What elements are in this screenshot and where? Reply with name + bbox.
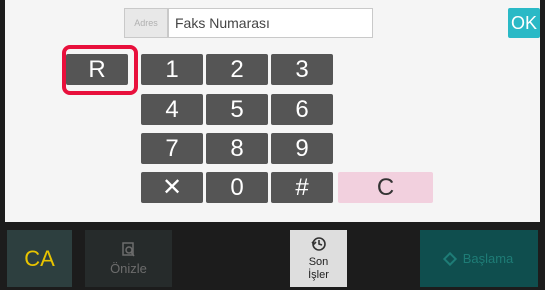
key-hash-label: # — [295, 173, 309, 201]
start-icon — [442, 251, 457, 266]
ok-button-label: OK — [510, 12, 537, 33]
clear-button[interactable]: C — [338, 172, 433, 203]
bottom-bar: CA Önizle Son İşler Başlama — [0, 222, 545, 290]
recent-jobs-label-line1: Son — [308, 255, 329, 268]
fax-number-placeholder: Faks Numarası — [175, 15, 270, 31]
key-star-label: ✕ — [161, 174, 183, 201]
r-key-highlight — [62, 45, 138, 95]
key-7-label: 7 — [165, 134, 179, 162]
key-1[interactable]: 1 — [141, 54, 203, 85]
preview-icon — [121, 241, 136, 261]
preview-button-label: Önizle — [110, 260, 147, 276]
key-0-label: 0 — [230, 173, 244, 201]
key-star[interactable]: ✕ — [141, 172, 203, 203]
key-4-label: 4 — [165, 95, 179, 123]
ok-button[interactable]: OK — [508, 8, 540, 38]
recent-jobs-button[interactable]: Son İşler — [290, 230, 347, 287]
key-1-label: 1 — [165, 55, 179, 83]
key-2[interactable]: 2 — [206, 54, 268, 85]
start-button[interactable]: Başlama — [420, 230, 538, 287]
key-6[interactable]: 6 — [271, 94, 333, 125]
clear-button-label: C — [376, 173, 395, 201]
preview-button[interactable]: Önizle — [85, 230, 172, 287]
address-button[interactable]: Adres — [124, 8, 168, 38]
key-hash[interactable]: # — [271, 172, 333, 203]
key-9[interactable]: 9 — [271, 133, 333, 164]
recent-jobs-label-line2: İşler — [308, 268, 329, 281]
fax-number-input[interactable]: Faks Numarası — [168, 8, 373, 38]
history-icon — [310, 236, 327, 256]
start-button-label: Başlama — [462, 251, 514, 266]
ca-button-label: CA — [24, 245, 55, 271]
key-4[interactable]: 4 — [141, 94, 203, 125]
key-2-label: 2 — [230, 55, 244, 83]
key-8[interactable]: 8 — [206, 133, 268, 164]
key-6-label: 6 — [295, 95, 309, 123]
key-5[interactable]: 5 — [206, 94, 268, 125]
key-9-label: 9 — [295, 134, 309, 162]
key-8-label: 8 — [230, 134, 244, 162]
main-panel: Adres Faks Numarası OK R 1 2 3 4 5 6 7 8… — [5, 0, 540, 222]
key-3-label: 3 — [295, 55, 309, 83]
address-button-label: Adres — [134, 18, 158, 28]
key-3[interactable]: 3 — [271, 54, 333, 85]
key-7[interactable]: 7 — [141, 133, 203, 164]
ca-button[interactable]: CA — [7, 230, 72, 287]
key-5-label: 5 — [230, 95, 244, 123]
key-0[interactable]: 0 — [206, 172, 268, 203]
